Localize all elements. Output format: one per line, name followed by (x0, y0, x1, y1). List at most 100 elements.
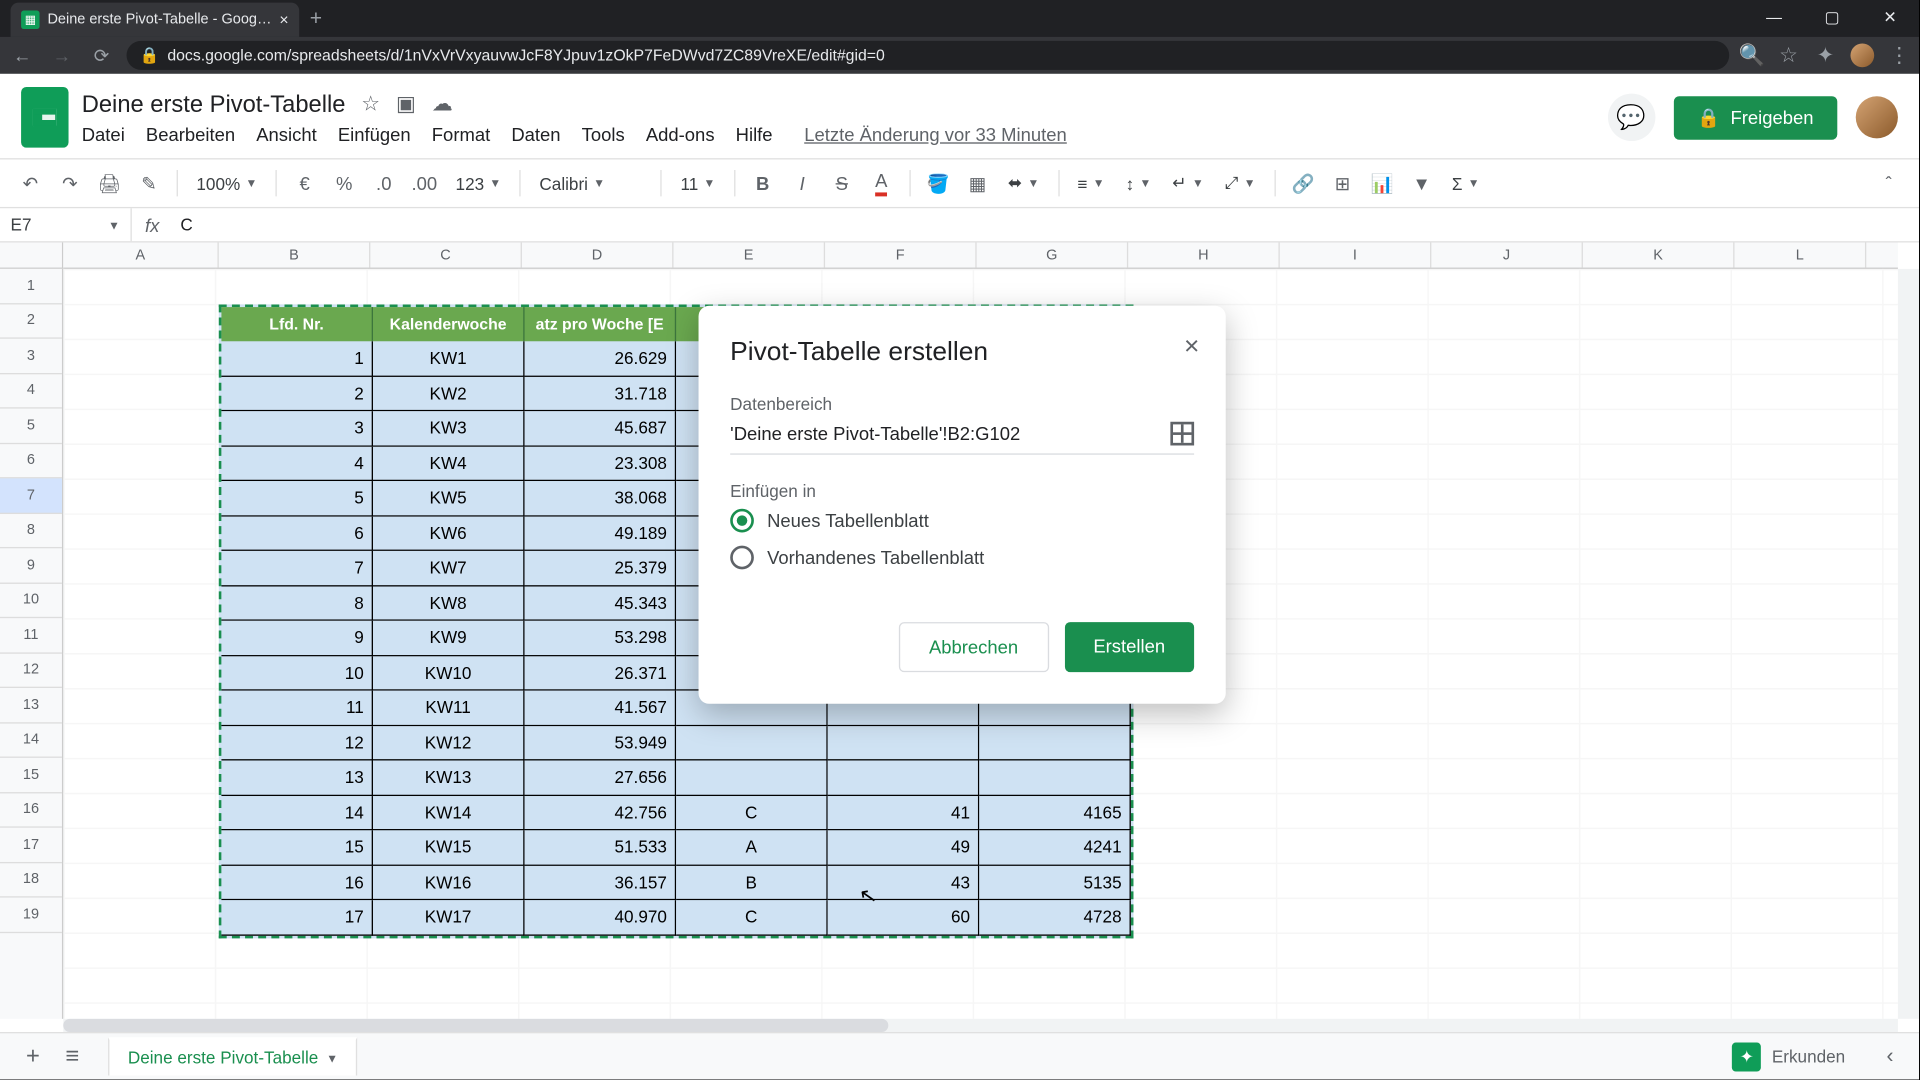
lock-icon: 🔒 (1697, 106, 1720, 128)
menu-insert[interactable]: Einfügen (338, 123, 411, 144)
fill-color-button[interactable]: 🪣 (921, 166, 955, 200)
lock-icon: 🔒 (140, 46, 160, 64)
range-input[interactable]: 'Deine erste Pivot-Tabelle'!B2:G102 (730, 423, 1170, 444)
browser-profile-avatar[interactable] (1850, 43, 1874, 67)
insert-link-button[interactable]: 🔗 (1286, 166, 1320, 200)
browser-menu-icon[interactable]: ⋮ (1887, 43, 1911, 67)
text-rotation-button[interactable]: ⤢▼ (1217, 173, 1264, 194)
select-all-corner[interactable] (0, 243, 63, 269)
paint-format-button[interactable]: ✎ (132, 166, 166, 200)
zoom-icon[interactable]: 🔍 (1740, 43, 1764, 67)
sheet-tab-active[interactable]: Deine erste Pivot-Tabelle ▼ (108, 1037, 358, 1075)
add-sheet-button[interactable]: + (13, 1037, 53, 1077)
browser-forward-button[interactable]: → (47, 41, 76, 70)
table-row[interactable]: 16KW1636.157B435135 (221, 865, 1130, 900)
borders-button[interactable]: ▦ (960, 166, 994, 200)
select-range-icon[interactable] (1170, 422, 1194, 446)
horizontal-align-button[interactable]: ≡▼ (1070, 173, 1113, 193)
menu-addons[interactable]: Add-ons (646, 123, 715, 144)
increase-decimal-button[interactable]: .00 (406, 166, 442, 200)
url-text: docs.google.com/spreadsheets/d/1nVxVrVxy… (167, 46, 885, 64)
radio-new-sheet[interactable]: Neues Tabellenblatt (730, 509, 1194, 533)
bold-button[interactable]: B (746, 166, 780, 200)
zoom-select[interactable]: 100%▼ (188, 173, 265, 193)
explore-button[interactable]: ✦ Erkunden (1716, 1034, 1861, 1079)
functions-button[interactable]: Σ▼ (1444, 173, 1487, 193)
radio-existing-sheet[interactable]: Vorhandenes Tabellenblatt (730, 546, 1194, 570)
insert-comment-button[interactable]: ⊞ (1325, 166, 1359, 200)
window-minimize-button[interactable]: — (1745, 0, 1803, 34)
font-size-select[interactable]: 11▼ (673, 173, 724, 193)
filter-button[interactable]: ▼ (1404, 166, 1438, 200)
browser-tab[interactable]: ▦ Deine erste Pivot-Tabelle - Goog… × (11, 3, 300, 37)
account-avatar[interactable] (1856, 96, 1898, 138)
window-close-button[interactable]: ✕ (1861, 0, 1919, 34)
name-box[interactable]: E7▼ (0, 208, 132, 241)
horizontal-scrollbar[interactable] (63, 1019, 1898, 1032)
insert-label: Einfügen in (730, 481, 1194, 501)
column-headers[interactable]: ABCDEFGHIJKL (63, 243, 1898, 269)
vertical-align-button[interactable]: ↕▼ (1118, 173, 1159, 193)
comments-button[interactable]: 💬 (1607, 94, 1654, 141)
radio-checked-icon (730, 509, 754, 533)
table-row[interactable]: 14KW1442.756C414165 (221, 795, 1130, 830)
vertical-scrollbar[interactable] (1898, 269, 1919, 1019)
extensions-icon[interactable]: ✦ (1814, 43, 1838, 67)
star-icon[interactable]: ☆ (1777, 43, 1801, 67)
range-label: Datenbereich (730, 394, 1194, 414)
formula-bar[interactable]: C (173, 215, 1919, 235)
browser-back-button[interactable]: ← (8, 41, 37, 70)
table-row[interactable]: 13KW1327.656 (221, 760, 1130, 795)
cancel-button[interactable]: Abbrechen (899, 622, 1049, 672)
strikethrough-button[interactable]: S (825, 166, 859, 200)
sheets-logo-icon[interactable] (21, 87, 68, 148)
decrease-decimal-button[interactable]: .0 (367, 166, 401, 200)
star-outline-icon[interactable]: ☆ (361, 91, 380, 117)
last-edit-link[interactable]: Letzte Änderung vor 33 Minuten (804, 123, 1067, 144)
dialog-title: Pivot-Tabelle erstellen (730, 337, 1194, 367)
font-family-select[interactable]: Calibri▼ (532, 173, 651, 193)
currency-button[interactable]: € (288, 166, 322, 200)
tab-close-icon[interactable]: × (279, 11, 288, 29)
insert-chart-button[interactable]: 📊 (1365, 166, 1399, 200)
new-tab-button[interactable]: + (299, 3, 332, 37)
sheets-favicon: ▦ (21, 11, 39, 29)
italic-button[interactable]: I (785, 166, 819, 200)
table-row[interactable]: 17KW1740.970C604728 (221, 900, 1130, 935)
collapse-sidebar-button[interactable]: ‹ (1874, 1041, 1906, 1073)
collapse-toolbar-button[interactable]: ˆ (1872, 166, 1906, 200)
row-headers[interactable]: 12345678910111213141516171819 (0, 269, 63, 1019)
percent-button[interactable]: % (327, 166, 361, 200)
all-sheets-button[interactable]: ≡ (53, 1037, 93, 1077)
menu-help[interactable]: Hilfe (736, 123, 773, 144)
browser-reload-button[interactable]: ⟳ (87, 41, 116, 70)
menu-format[interactable]: Format (432, 123, 490, 144)
dialog-close-button[interactable]: × (1184, 332, 1199, 362)
menu-tools[interactable]: Tools (582, 123, 625, 144)
number-format-select[interactable]: 123▼ (448, 173, 509, 193)
text-color-button[interactable]: A (864, 166, 898, 200)
menu-file[interactable]: Datei (82, 123, 125, 144)
merge-cells-button[interactable]: ⬌▼ (1000, 173, 1047, 194)
tab-title: Deine erste Pivot-Tabelle - Goog… (47, 12, 271, 28)
print-button[interactable]: 🖨 (92, 166, 126, 200)
create-button[interactable]: Erstellen (1064, 622, 1194, 672)
move-folder-icon[interactable]: ▣ (396, 91, 416, 117)
cloud-status-icon[interactable]: ☁ (432, 91, 453, 117)
menu-edit[interactable]: Bearbeiten (146, 123, 235, 144)
share-button[interactable]: 🔒 Freigeben (1673, 96, 1837, 139)
document-title[interactable]: Deine erste Pivot-Tabelle (82, 90, 346, 118)
text-wrap-button[interactable]: ↵▼ (1164, 173, 1211, 194)
pivot-table-dialog: Pivot-Tabelle erstellen × Datenbereich '… (699, 306, 1226, 704)
redo-button[interactable]: ↷ (53, 166, 87, 200)
window-maximize-button[interactable]: ▢ (1803, 0, 1861, 34)
table-row[interactable]: 12KW1253.949 (221, 726, 1130, 761)
menu-view[interactable]: Ansicht (256, 123, 317, 144)
radio-unchecked-icon (730, 546, 754, 570)
table-row[interactable]: 15KW1551.533A494241 (221, 830, 1130, 865)
menu-data[interactable]: Daten (511, 123, 560, 144)
undo-button[interactable]: ↶ (13, 166, 47, 200)
toolbar: ↶ ↷ 🖨 ✎ 100%▼ € % .0 .00 123▼ Calibri▼ 1… (0, 158, 1919, 208)
sheet-tab-menu-icon[interactable]: ▼ (326, 1051, 338, 1064)
address-bar[interactable]: 🔒 docs.google.com/spreadsheets/d/1nVxVrV… (127, 41, 1730, 70)
